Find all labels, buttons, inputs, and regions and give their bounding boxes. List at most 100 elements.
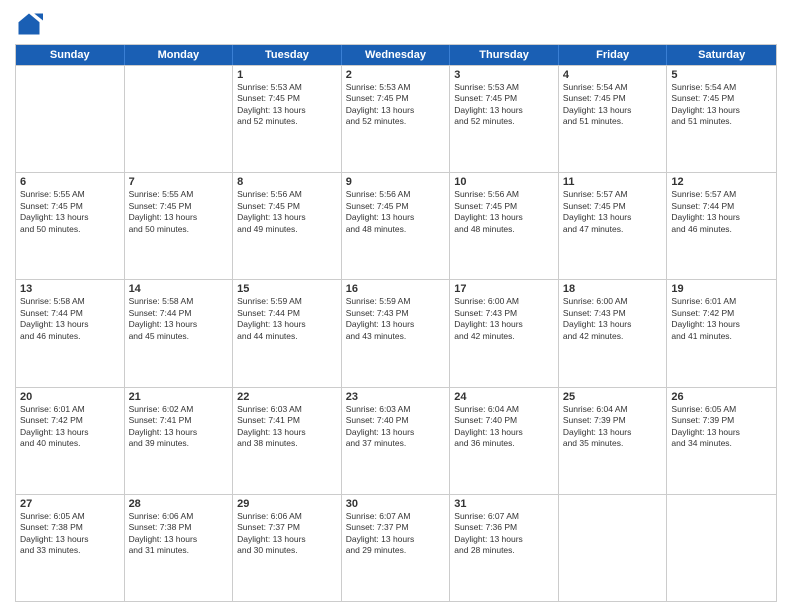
cell-line: Daylight: 13 hours: [346, 319, 446, 330]
cell-line: Sunrise: 5:58 AM: [20, 296, 120, 307]
week-row-2: 6Sunrise: 5:55 AMSunset: 7:45 PMDaylight…: [16, 172, 776, 279]
cal-cell: 1Sunrise: 5:53 AMSunset: 7:45 PMDaylight…: [233, 66, 342, 172]
cell-line: and 36 minutes.: [454, 438, 554, 449]
cell-line: and 39 minutes.: [129, 438, 229, 449]
cal-cell: [559, 495, 668, 601]
cell-line: Daylight: 13 hours: [20, 534, 120, 545]
header-day-saturday: Saturday: [667, 45, 776, 65]
cell-line: and 45 minutes.: [129, 331, 229, 342]
cell-line: Sunset: 7:36 PM: [454, 522, 554, 533]
cal-cell: 26Sunrise: 6:05 AMSunset: 7:39 PMDayligh…: [667, 388, 776, 494]
cell-line: Daylight: 13 hours: [563, 427, 663, 438]
cell-line: and 51 minutes.: [563, 116, 663, 127]
cell-line: Sunrise: 5:55 AM: [129, 189, 229, 200]
cell-line: Sunrise: 5:56 AM: [346, 189, 446, 200]
cell-line: Sunrise: 6:00 AM: [454, 296, 554, 307]
cell-line: and 33 minutes.: [20, 545, 120, 556]
cal-cell: 24Sunrise: 6:04 AMSunset: 7:40 PMDayligh…: [450, 388, 559, 494]
cal-cell: 30Sunrise: 6:07 AMSunset: 7:37 PMDayligh…: [342, 495, 451, 601]
cal-cell: 17Sunrise: 6:00 AMSunset: 7:43 PMDayligh…: [450, 280, 559, 386]
header-day-sunday: Sunday: [16, 45, 125, 65]
cal-cell: 9Sunrise: 5:56 AMSunset: 7:45 PMDaylight…: [342, 173, 451, 279]
cell-line: and 49 minutes.: [237, 224, 337, 235]
cal-cell: 13Sunrise: 5:58 AMSunset: 7:44 PMDayligh…: [16, 280, 125, 386]
cell-line: and 28 minutes.: [454, 545, 554, 556]
cell-line: and 52 minutes.: [237, 116, 337, 127]
header-day-tuesday: Tuesday: [233, 45, 342, 65]
cell-line: Sunrise: 6:05 AM: [671, 404, 772, 415]
cal-cell: 7Sunrise: 5:55 AMSunset: 7:45 PMDaylight…: [125, 173, 234, 279]
calendar: SundayMondayTuesdayWednesdayThursdayFrid…: [15, 44, 777, 602]
day-number: 1: [237, 69, 337, 81]
cell-line: Sunset: 7:42 PM: [671, 308, 772, 319]
cell-line: Sunrise: 5:54 AM: [563, 82, 663, 93]
cell-line: and 34 minutes.: [671, 438, 772, 449]
cal-cell: 22Sunrise: 6:03 AMSunset: 7:41 PMDayligh…: [233, 388, 342, 494]
day-number: 30: [346, 498, 446, 510]
day-number: 10: [454, 176, 554, 188]
cal-cell: [667, 495, 776, 601]
cal-cell: [16, 66, 125, 172]
cal-cell: 3Sunrise: 5:53 AMSunset: 7:45 PMDaylight…: [450, 66, 559, 172]
cell-line: Sunrise: 5:57 AM: [671, 189, 772, 200]
cell-line: Sunset: 7:42 PM: [20, 415, 120, 426]
cell-line: Sunrise: 5:56 AM: [237, 189, 337, 200]
cell-line: and 44 minutes.: [237, 331, 337, 342]
day-number: 11: [563, 176, 663, 188]
calendar-header: SundayMondayTuesdayWednesdayThursdayFrid…: [16, 45, 776, 65]
cell-line: Sunset: 7:41 PM: [129, 415, 229, 426]
day-number: 19: [671, 283, 772, 295]
cell-line: Daylight: 13 hours: [346, 212, 446, 223]
cell-line: Sunrise: 6:07 AM: [454, 511, 554, 522]
cell-line: and 38 minutes.: [237, 438, 337, 449]
cell-line: Daylight: 13 hours: [346, 427, 446, 438]
day-number: 28: [129, 498, 229, 510]
cell-line: Sunset: 7:45 PM: [20, 201, 120, 212]
cell-line: Daylight: 13 hours: [237, 212, 337, 223]
cal-cell: 2Sunrise: 5:53 AMSunset: 7:45 PMDaylight…: [342, 66, 451, 172]
cell-line: Daylight: 13 hours: [563, 319, 663, 330]
cell-line: and 42 minutes.: [563, 331, 663, 342]
day-number: 16: [346, 283, 446, 295]
cell-line: Sunrise: 6:02 AM: [129, 404, 229, 415]
header-day-monday: Monday: [125, 45, 234, 65]
cell-line: Sunrise: 6:01 AM: [20, 404, 120, 415]
day-number: 21: [129, 391, 229, 403]
day-number: 23: [346, 391, 446, 403]
cal-cell: 5Sunrise: 5:54 AMSunset: 7:45 PMDaylight…: [667, 66, 776, 172]
cell-line: Sunset: 7:45 PM: [129, 201, 229, 212]
cell-line: and 47 minutes.: [563, 224, 663, 235]
cal-cell: 20Sunrise: 6:01 AMSunset: 7:42 PMDayligh…: [16, 388, 125, 494]
cell-line: Sunset: 7:45 PM: [346, 93, 446, 104]
cell-line: and 51 minutes.: [671, 116, 772, 127]
cal-cell: 14Sunrise: 5:58 AMSunset: 7:44 PMDayligh…: [125, 280, 234, 386]
cell-line: and 48 minutes.: [346, 224, 446, 235]
cell-line: Sunrise: 6:06 AM: [237, 511, 337, 522]
day-number: 31: [454, 498, 554, 510]
cell-line: Daylight: 13 hours: [20, 212, 120, 223]
cell-line: Daylight: 13 hours: [671, 427, 772, 438]
cal-cell: [125, 66, 234, 172]
cell-line: Sunrise: 6:05 AM: [20, 511, 120, 522]
cell-line: Daylight: 13 hours: [129, 427, 229, 438]
cal-cell: 25Sunrise: 6:04 AMSunset: 7:39 PMDayligh…: [559, 388, 668, 494]
cell-line: Sunset: 7:45 PM: [671, 93, 772, 104]
cal-cell: 4Sunrise: 5:54 AMSunset: 7:45 PMDaylight…: [559, 66, 668, 172]
cal-cell: 12Sunrise: 5:57 AMSunset: 7:44 PMDayligh…: [667, 173, 776, 279]
cell-line: Sunset: 7:41 PM: [237, 415, 337, 426]
cell-line: Sunset: 7:45 PM: [454, 201, 554, 212]
header: [15, 10, 777, 38]
cell-line: Daylight: 13 hours: [237, 427, 337, 438]
cell-line: Sunset: 7:44 PM: [671, 201, 772, 212]
week-row-1: 1Sunrise: 5:53 AMSunset: 7:45 PMDaylight…: [16, 65, 776, 172]
day-number: 22: [237, 391, 337, 403]
cell-line: Sunset: 7:40 PM: [346, 415, 446, 426]
cal-cell: 21Sunrise: 6:02 AMSunset: 7:41 PMDayligh…: [125, 388, 234, 494]
cell-line: Daylight: 13 hours: [237, 319, 337, 330]
day-number: 8: [237, 176, 337, 188]
cal-cell: 23Sunrise: 6:03 AMSunset: 7:40 PMDayligh…: [342, 388, 451, 494]
day-number: 9: [346, 176, 446, 188]
cal-cell: 8Sunrise: 5:56 AMSunset: 7:45 PMDaylight…: [233, 173, 342, 279]
cell-line: Sunset: 7:39 PM: [671, 415, 772, 426]
cell-line: and 52 minutes.: [454, 116, 554, 127]
